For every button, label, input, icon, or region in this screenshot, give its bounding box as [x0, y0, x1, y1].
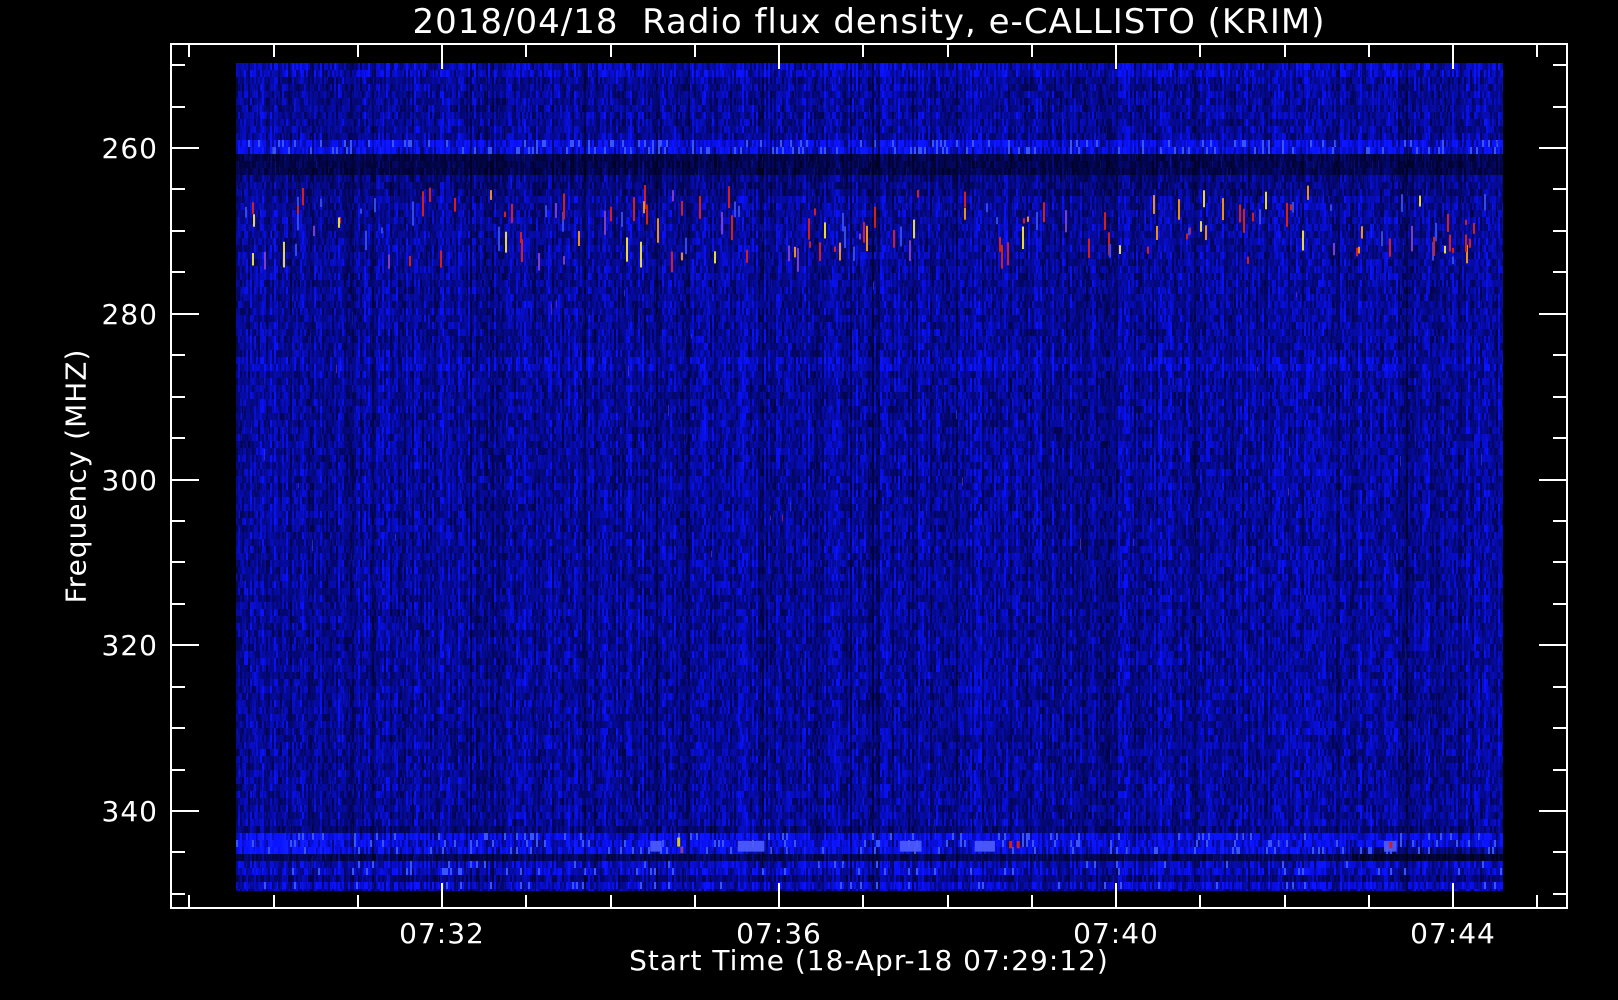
- x-major-tick-mark: [441, 883, 443, 907]
- y-minor-tick-mark: [1553, 769, 1566, 771]
- x-major-tick-mark: [441, 45, 443, 69]
- y-major-tick-mark: [172, 313, 199, 315]
- y-minor-tick-mark: [1553, 396, 1566, 398]
- x-minor-tick-mark: [1284, 895, 1286, 907]
- x-major-tick-mark: [1452, 45, 1454, 69]
- x-major-tick-mark: [778, 45, 780, 69]
- y-minor-tick-mark: [172, 893, 185, 895]
- y-minor-tick-mark: [172, 520, 185, 522]
- x-minor-tick-mark: [188, 45, 190, 57]
- x-minor-tick-mark: [1199, 895, 1201, 907]
- x-minor-tick-mark: [1199, 45, 1201, 57]
- y-tick-label: 280: [50, 298, 158, 330]
- y-minor-tick-mark: [172, 271, 185, 273]
- x-minor-tick-mark: [1031, 45, 1033, 57]
- y-tick-label: 320: [50, 629, 158, 661]
- x-minor-tick-mark: [862, 895, 864, 907]
- spectrogram-canvas: [236, 63, 1503, 891]
- x-minor-tick-mark: [694, 45, 696, 57]
- x-minor-tick-mark: [1536, 895, 1538, 907]
- x-major-tick-mark: [1115, 45, 1117, 69]
- x-minor-tick-mark: [610, 45, 612, 57]
- y-minor-tick-mark: [172, 437, 185, 439]
- y-minor-tick-mark: [172, 64, 185, 66]
- x-minor-tick-mark: [357, 45, 359, 57]
- y-minor-tick-mark: [172, 603, 185, 605]
- y-tick-label: 260: [50, 132, 158, 164]
- y-minor-tick-mark: [1553, 230, 1566, 232]
- y-minor-tick-mark: [1553, 520, 1566, 522]
- x-minor-tick-mark: [862, 45, 864, 57]
- x-minor-tick-mark: [525, 895, 527, 907]
- y-major-tick-mark: [172, 147, 199, 149]
- x-minor-tick-mark: [273, 895, 275, 907]
- x-minor-tick-mark: [1368, 895, 1370, 907]
- y-minor-tick-mark: [1553, 188, 1566, 190]
- y-minor-tick-mark: [1553, 437, 1566, 439]
- y-major-tick-mark: [1539, 810, 1566, 812]
- x-minor-tick-mark: [1284, 45, 1286, 57]
- y-minor-tick-mark: [1553, 686, 1566, 688]
- x-minor-tick-mark: [1536, 45, 1538, 57]
- y-axis-title: Frequency (MHZ): [60, 349, 93, 604]
- x-axis-title: Start Time (18-Apr-18 07:29:12): [170, 944, 1568, 977]
- y-minor-tick-mark: [1553, 603, 1566, 605]
- y-minor-tick-mark: [172, 230, 185, 232]
- y-minor-tick-mark: [1553, 64, 1566, 66]
- y-minor-tick-mark: [1553, 271, 1566, 273]
- x-major-tick-mark: [778, 883, 780, 907]
- y-minor-tick-mark: [1553, 354, 1566, 356]
- y-minor-tick-mark: [1553, 106, 1566, 108]
- y-major-tick-mark: [172, 644, 199, 646]
- x-minor-tick-mark: [1368, 45, 1370, 57]
- x-minor-tick-mark: [273, 45, 275, 57]
- y-minor-tick-mark: [172, 727, 185, 729]
- y-minor-tick-mark: [1553, 851, 1566, 853]
- y-tick-label: 340: [50, 795, 158, 827]
- y-minor-tick-mark: [172, 188, 185, 190]
- x-minor-tick-mark: [525, 45, 527, 57]
- y-minor-tick-mark: [1553, 893, 1566, 895]
- chart-title: 2018/04/18 Radio flux density, e-CALLIST…: [170, 2, 1568, 42]
- x-minor-tick-mark: [188, 895, 190, 907]
- x-minor-tick-mark: [694, 895, 696, 907]
- y-major-tick-mark: [1539, 644, 1566, 646]
- x-minor-tick-mark: [610, 895, 612, 907]
- y-minor-tick-mark: [172, 851, 185, 853]
- y-minor-tick-mark: [172, 106, 185, 108]
- y-minor-tick-mark: [172, 396, 185, 398]
- y-minor-tick-mark: [172, 686, 185, 688]
- y-major-tick-mark: [1539, 479, 1566, 481]
- y-major-tick-mark: [172, 810, 199, 812]
- y-minor-tick-mark: [1553, 727, 1566, 729]
- x-major-tick-mark: [1452, 883, 1454, 907]
- y-minor-tick-mark: [172, 561, 185, 563]
- x-major-tick-mark: [1115, 883, 1117, 907]
- y-major-tick-mark: [1539, 147, 1566, 149]
- x-minor-tick-mark: [947, 895, 949, 907]
- y-major-tick-mark: [1539, 313, 1566, 315]
- y-minor-tick-mark: [1553, 561, 1566, 563]
- spectrogram-page: 2018/04/18 Radio flux density, e-CALLIST…: [0, 0, 1618, 1000]
- x-minor-tick-mark: [1031, 895, 1033, 907]
- y-major-tick-mark: [172, 479, 199, 481]
- y-minor-tick-mark: [172, 769, 185, 771]
- x-minor-tick-mark: [947, 45, 949, 57]
- y-minor-tick-mark: [172, 354, 185, 356]
- x-minor-tick-mark: [357, 895, 359, 907]
